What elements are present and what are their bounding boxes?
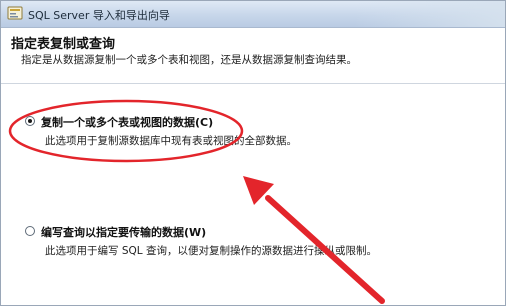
page-description: 指定是从数据源复制一个或多个表和视图，还是从数据源复制查询结果。 (21, 54, 357, 66)
wizard-window: SQL Server 导入和导出向导 指定表复制或查询 指定是从数据源复制一个或… (0, 0, 506, 306)
copy-tables-radio[interactable] (25, 116, 35, 126)
wizard-header: 指定表复制或查询 指定是从数据源复制一个或多个表和视图，还是从数据源复制查询结果… (1, 28, 505, 84)
wizard-content: 复制一个或多个表或视图的数据(C) 此选项用于复制源数据库中现有表或视图的全部数… (1, 84, 505, 305)
copy-tables-description: 此选项用于复制源数据库中现有表或视图的全部数据。 (45, 135, 297, 147)
write-query-label[interactable]: 编写查询以指定要传输的数据(W) (41, 224, 206, 240)
page-title: 指定表复制或查询 (11, 37, 116, 52)
write-query-description: 此选项用于编写 SQL 查询，以便对复制操作的源数据进行操纵或限制。 (45, 245, 377, 257)
wizard-app-icon (7, 6, 23, 20)
copy-tables-label[interactable]: 复制一个或多个表或视图的数据(C) (41, 114, 213, 130)
write-query-radio[interactable] (25, 226, 35, 236)
window-title: SQL Server 导入和导出向导 (28, 9, 170, 22)
title-bar-glow (355, 1, 505, 27)
title-bar[interactable]: SQL Server 导入和导出向导 (1, 1, 505, 28)
